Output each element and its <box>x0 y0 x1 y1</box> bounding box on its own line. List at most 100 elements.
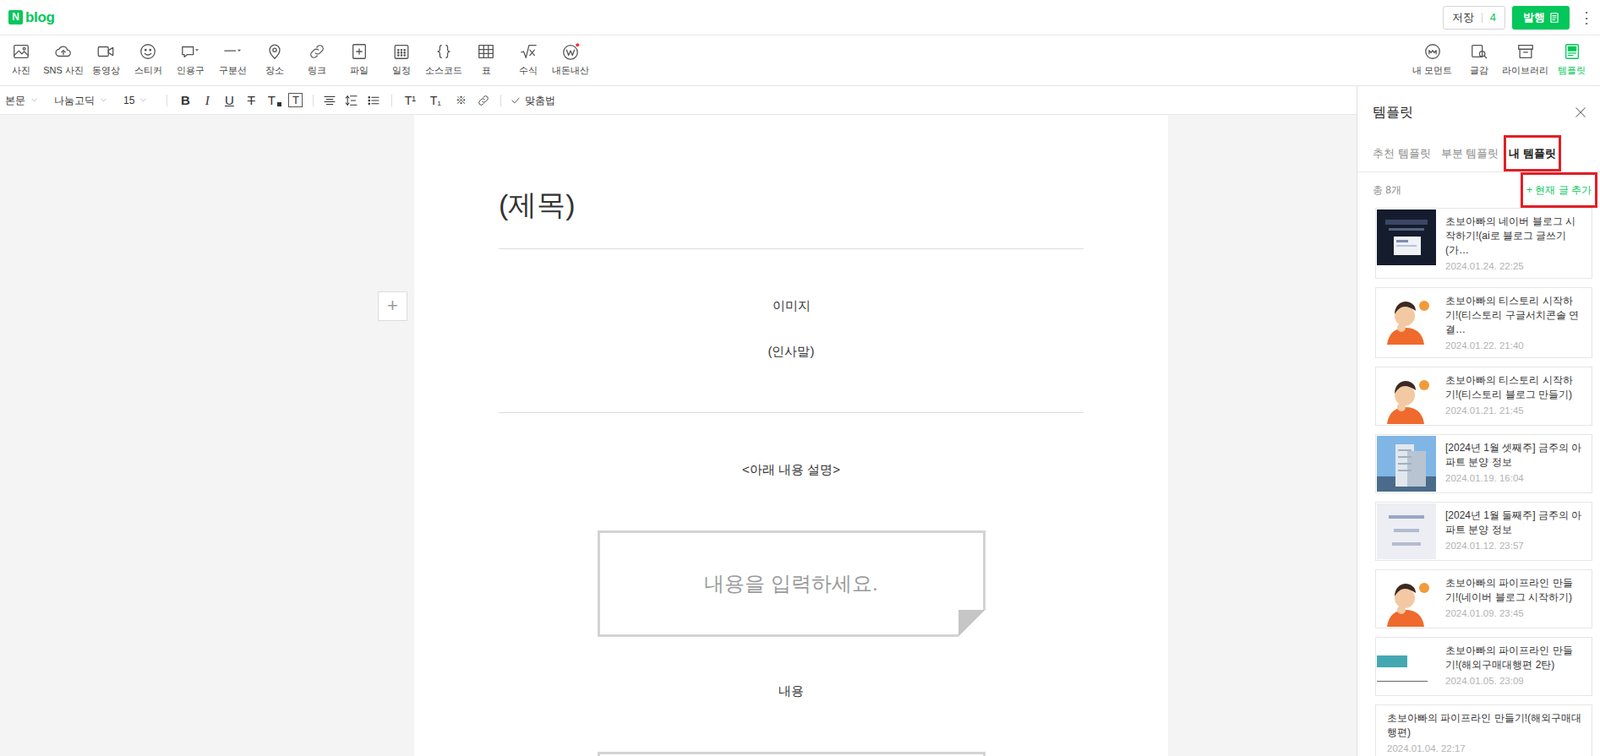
archive-box-icon <box>1516 42 1535 61</box>
quote-box[interactable]: 내용을 입력하세요. <box>597 530 986 638</box>
tool-label: 장소 <box>265 64 284 77</box>
insert-tool[interactable]: SNS 사진 <box>42 35 85 77</box>
top-bar: Nblog 저장4발행 ⋮ <box>0 0 1600 36</box>
template-date: 2024.01.04. 22:17 <box>1387 742 1585 756</box>
add-block-button[interactable]: + <box>377 291 408 322</box>
checkmark-icon <box>509 94 522 107</box>
template-item[interactable]: [2024년 1월 둘째주] 금주의 아파트 분양 정보2024.01.12. … <box>1375 502 1593 562</box>
template-item[interactable]: 초보아빠의 네이버 블로그 시작하기!(ai로 블로그 글쓰기(가…2024.0… <box>1375 207 1593 279</box>
text-paragraph[interactable]: (인사말) <box>498 341 1084 362</box>
template-tab[interactable]: 내 템플릿 <box>1503 135 1562 172</box>
template-item[interactable]: 초보아빠의 파이프라인 만들기!(해외구매대행편 2탄)2024.01.05. … <box>1375 637 1593 697</box>
format-button[interactable]: U <box>219 92 239 110</box>
divider-line <box>498 412 1084 414</box>
template-item[interactable]: 초보아빠의 파이프라인 만들기!(네이버 블로그 시작하기)2024.01.09… <box>1375 569 1593 629</box>
tool-label: 소스코드 <box>425 64 463 77</box>
save-button[interactable]: 저장4 <box>1442 5 1506 30</box>
document-page[interactable]: +(제목)이미지(인사말)<아래 내용 설명>내용을 입력하세요.내용 <box>414 114 1169 756</box>
chain-link-icon <box>307 42 327 61</box>
template-thumbnail <box>1376 209 1437 266</box>
horizontal-line-icon <box>223 42 242 61</box>
tool-label: 글감 <box>1469 64 1489 77</box>
insert-tool[interactable]: 표 <box>464 35 508 77</box>
material-search-icon <box>1469 42 1489 61</box>
tool-label: 인용구 <box>176 64 205 77</box>
format-dropdown[interactable]: 나눔고딕 <box>54 92 109 109</box>
tool-label: 표 <box>481 64 492 77</box>
insert-tool[interactable]: 소스코드 <box>422 35 465 77</box>
insert-tool[interactable]: 구분선 <box>211 35 254 77</box>
template-info: [2024년 1월 둘째주] 금주의 아파트 분양 정보2024.01.12. … <box>1436 502 1592 561</box>
panel-tool[interactable]: 내 모먼트 <box>1408 35 1456 77</box>
template-item[interactable]: [2024년 1월 셋째주] 금주의 아파트 분양 정보2024.01.19. … <box>1375 434 1593 494</box>
more-menu[interactable]: ⋮ <box>1576 10 1597 26</box>
format-button[interactable]: B <box>175 92 195 110</box>
insert-tool[interactable]: 동영상 <box>84 35 127 77</box>
insert-tool[interactable]: 파일 <box>338 35 381 77</box>
template-panel: 템플릿추천 템플릿부분 템플릿내 템플릿총 8개+ 현재 글 추가초보아빠의 네… <box>1356 86 1600 756</box>
blog-logo[interactable]: Nblog <box>8 6 55 29</box>
publish-button[interactable]: 발행 <box>1512 5 1570 30</box>
format-dropdown[interactable]: 15 <box>123 92 148 109</box>
chevron-down-icon <box>98 95 109 105</box>
logo-mark: N <box>8 10 23 25</box>
format-dropdown[interactable]: 본문 <box>5 92 39 109</box>
format-button[interactable]: T <box>288 92 303 108</box>
format-button[interactable]: T₁ <box>425 92 445 110</box>
format-button[interactable]: T <box>263 92 283 110</box>
format-button[interactable]: T¹ <box>400 92 420 110</box>
dropdown-value: 본문 <box>5 92 26 109</box>
editor-column: 본문나눔고딕15BIUTTTT¹T₁※맞춤법 +(제목)이미지(인사말)<아래 … <box>0 86 1357 756</box>
text-paragraph[interactable]: 내용 <box>498 681 1084 702</box>
panel-tool[interactable]: 라이브러리 <box>1501 35 1549 77</box>
panel-tool[interactable]: 글감 <box>1455 35 1502 77</box>
template-date: 2024.01.05. 23:09 <box>1445 675 1585 689</box>
tool-label: SNS 사진 <box>43 64 84 77</box>
curly-braces-icon <box>434 42 454 61</box>
spellcheck-button[interactable]: 맞춤법 <box>509 92 556 109</box>
insert-tool[interactable]: 스티커 <box>126 35 170 77</box>
tool-label: 내 모먼트 <box>1412 64 1453 77</box>
insert-tool[interactable]: 일정 <box>380 35 423 77</box>
text-paragraph[interactable]: 이미지 <box>498 295 1084 317</box>
dropdown-value: 나눔고딕 <box>54 92 95 109</box>
quote-box[interactable] <box>597 752 986 756</box>
format-button[interactable]: I <box>197 92 217 110</box>
template-date: 2024.01.24. 22:25 <box>1445 260 1585 274</box>
close-icon[interactable] <box>1572 104 1589 121</box>
toolbar-separator <box>312 94 314 107</box>
post-title[interactable]: (제목) <box>498 185 1084 224</box>
review-badge-icon <box>561 42 580 61</box>
template-item[interactable]: 초보아빠의 티스토리 시작하기!(티스토리 구글서치콘솔 연결…2024.01.… <box>1375 287 1593 359</box>
template-item[interactable]: 초보아빠의 파이프라인 만들기!(해외구매대행편)2024.01.04. 22:… <box>1375 704 1593 756</box>
format-button[interactable]: T <box>241 92 261 110</box>
template-item[interactable]: 초보아빠의 티스토리 시작하기!(티스토리 블로그 만들기)2024.01.21… <box>1375 366 1593 426</box>
text-paragraph[interactable]: <아래 내용 설명> <box>498 459 1084 481</box>
format-button[interactable]: ※ <box>451 92 470 110</box>
insert-tool[interactable]: 수식 <box>507 35 550 77</box>
toolbar-separator <box>391 94 393 107</box>
template-info: 초보아빠의 파이프라인 만들기!(해외구매대행편)2024.01.04. 22:… <box>1376 705 1592 756</box>
insert-tool[interactable]: 링크 <box>295 35 339 77</box>
template-thumbnail <box>1376 368 1437 425</box>
insert-tool[interactable]: 장소 <box>253 35 296 77</box>
align-center-icon <box>322 92 338 109</box>
template-info: 초보아빠의 티스토리 시작하기!(티스토리 구글서치콘솔 연결…2024.01.… <box>1436 288 1592 358</box>
insert-tool[interactable]: 사진 <box>0 35 43 77</box>
map-pin-icon <box>265 42 284 61</box>
template-title: [2024년 1월 둘째주] 금주의 아파트 분양 정보 <box>1445 508 1585 538</box>
tool-label: 내돈내산 <box>551 64 590 77</box>
insert-tool[interactable]: 인용구 <box>169 35 212 77</box>
insert-tool[interactable]: 내돈내산 <box>549 35 592 77</box>
add-current-button[interactable]: + 현재 글 추가 <box>1520 172 1598 208</box>
panel-tool[interactable]: 템플릿 <box>1548 35 1595 77</box>
template-list: 초보아빠의 네이버 블로그 시작하기!(ai로 블로그 글쓰기(가…2024.0… <box>1357 207 1600 756</box>
document-icon <box>1548 11 1561 24</box>
template-tab[interactable]: 부분 템플릿 <box>1436 135 1505 172</box>
file-plus-icon <box>349 42 369 61</box>
line-height-icon <box>344 92 360 109</box>
square-root-icon <box>518 42 538 61</box>
text-style-group: BIUTTT <box>175 92 303 110</box>
template-tab[interactable]: 추천 템플릿 <box>1367 135 1437 172</box>
panel-title: 템플릿 <box>1372 103 1414 122</box>
